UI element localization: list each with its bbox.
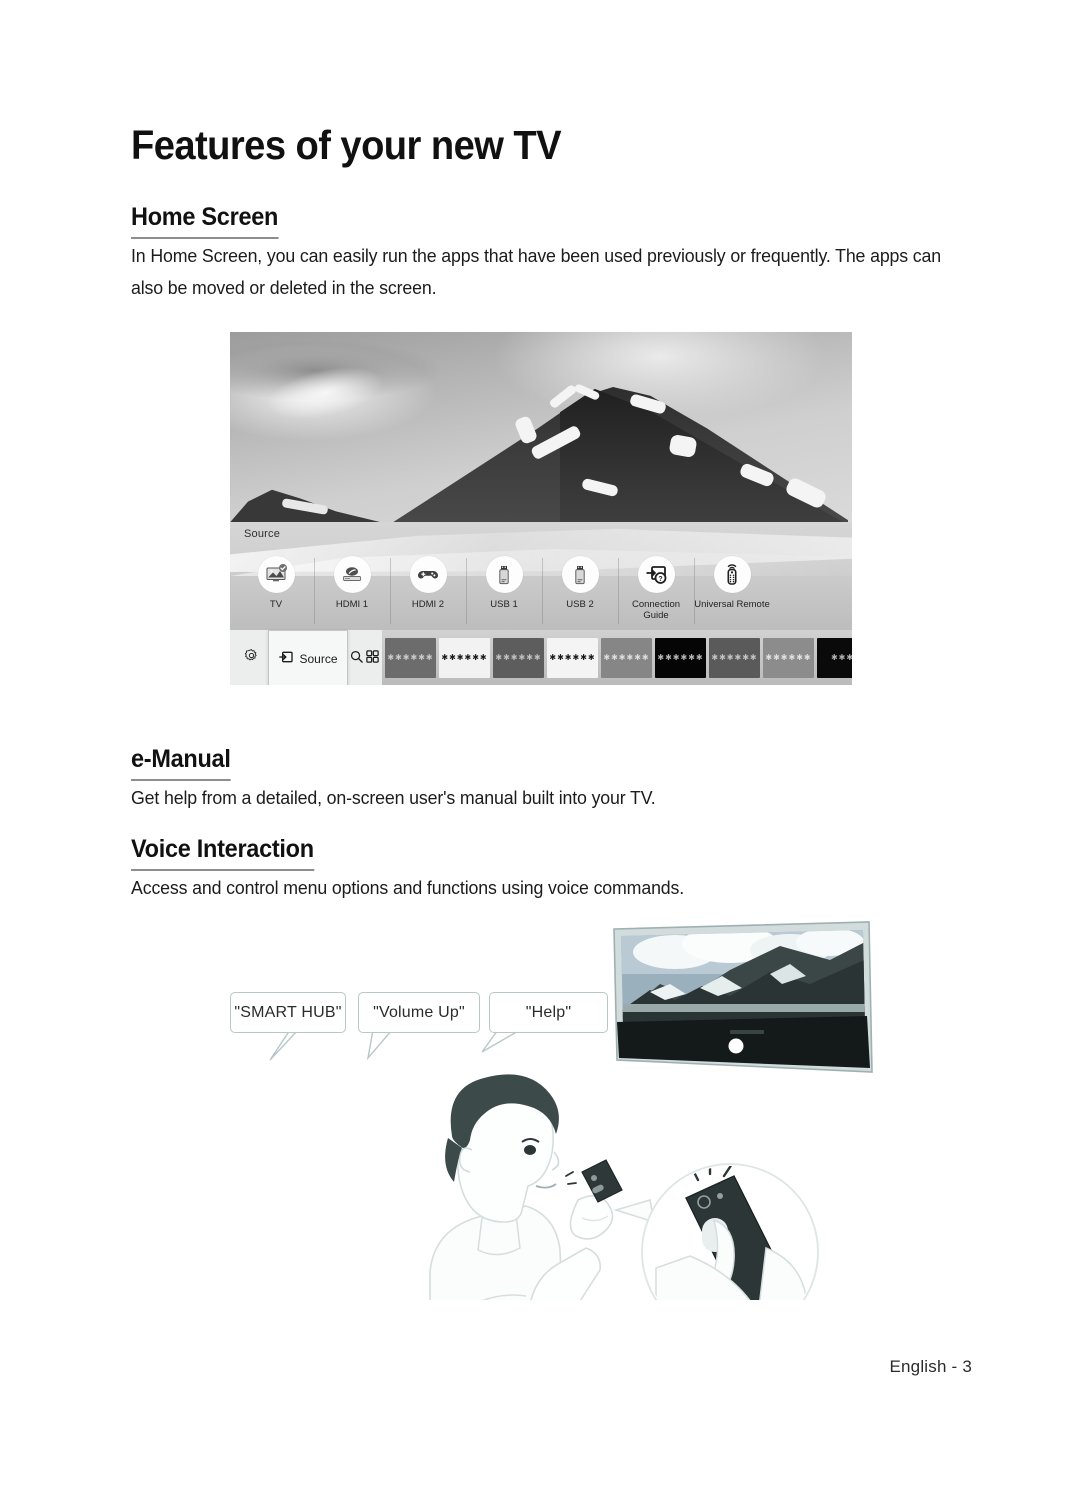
app-tile[interactable]: ✱✱✱✱✱✱ <box>547 637 598 678</box>
home-screen-figure: Source TV HDMI 1 HDMI 2 USB 1 USB 2 ? Co… <box>230 332 852 685</box>
tv-illustration <box>613 921 873 1073</box>
home-screen-toolbar: Source ✱✱✱✱✱✱ ✱✱✱✱✱✱ ✱✱✱✱✱✱ ✱✱✱✱✱✱ ✱✱✱✱✱✱ ✱✱✱… <box>230 630 852 685</box>
app-tile[interactable]: ✱✱✱ <box>817 637 852 678</box>
bluray-player-icon <box>333 556 371 593</box>
source-input-icon <box>278 649 294 668</box>
section-heading-voice-interaction: Voice Interaction <box>131 835 314 871</box>
voice-command-bubble-3: "Help" <box>489 992 608 1033</box>
app-tile[interactable]: ✱✱✱✱✱✱ <box>763 637 814 678</box>
voice-illustration-svg <box>269 921 873 1401</box>
source-item-label: HDMI 1 <box>335 599 369 610</box>
toolbar-left-group: Source <box>230 630 382 685</box>
remote-closeup-callout <box>613 1163 819 1341</box>
page-footer: English - 3 <box>889 1357 972 1376</box>
game-controller-icon <box>409 556 447 593</box>
source-item-hdmi-2[interactable]: HDMI 2 <box>390 556 466 624</box>
voice-interaction-figure: "SMART HUB" "Volume Up" "Help" <box>130 900 890 1401</box>
app-tile[interactable]: ✱✱✱✱✱✱ <box>655 637 706 678</box>
app-tile[interactable]: ✱✱✱✱✱✱ <box>709 637 760 678</box>
usb-drive-icon <box>485 556 523 593</box>
bubble-tail-3 <box>481 1029 523 1053</box>
source-item-usb-1[interactable]: USB 1 <box>466 556 542 624</box>
source-item-hdmi-1[interactable]: HDMI 1 <box>314 556 390 624</box>
source-item-usb-2[interactable]: USB 2 <box>542 556 618 624</box>
source-item-label: Connection Guide <box>631 599 681 621</box>
section-body-e-manual: Get help from a detailed, on-screen user… <box>131 787 656 808</box>
app-tile[interactable]: ✱✱✱✱✱✱ <box>385 637 436 678</box>
section-heading-e-manual: e-Manual <box>131 745 231 781</box>
bubble-tail-2 <box>366 1029 394 1061</box>
universal-remote-icon <box>713 556 751 593</box>
tv-icon <box>257 556 295 593</box>
source-item-connection-guide[interactable]: ? Connection Guide <box>618 556 694 624</box>
app-tile[interactable]: ✱✱✱✱✱✱ <box>493 637 544 678</box>
usb-drive-icon <box>561 556 599 593</box>
source-button-label: Source <box>299 651 338 666</box>
app-tile[interactable]: ✱✱✱✱✱✱ <box>439 637 490 678</box>
source-list: TV HDMI 1 HDMI 2 USB 1 USB 2 ? Connectio… <box>238 556 844 630</box>
page-title: Features of your new TV <box>131 122 562 168</box>
source-button[interactable]: Source <box>268 630 348 685</box>
section-body-home-screen: In Home Screen, you can easily run the a… <box>131 245 942 298</box>
source-panel-label: Source <box>244 528 281 540</box>
svg-text:?: ? <box>658 576 662 583</box>
app-tile[interactable]: ✱✱✱✱✱✱ <box>601 637 652 678</box>
person-illustration <box>429 1074 623 1401</box>
bubble-tail-1 <box>269 1029 300 1061</box>
source-item-label: USB 2 <box>566 599 594 610</box>
voice-command-bubble-1: "SMART HUB" <box>230 992 346 1033</box>
source-item-label: USB 1 <box>490 599 518 610</box>
gear-icon[interactable] <box>244 648 259 668</box>
app-tile-strip[interactable]: ✱✱✱✱✱✱ ✱✱✱✱✱✱ ✱✱✱✱✱✱ ✱✱✱✱✱✱ ✱✱✱✱✱✱ ✱✱✱✱✱✱ ✱✱✱✱… <box>382 630 852 685</box>
source-item-label: TV <box>269 599 283 610</box>
section-heading-home-screen: Home Screen <box>131 203 278 239</box>
source-item-tv[interactable]: TV <box>238 556 314 610</box>
apps-grid-icon[interactable] <box>365 649 380 669</box>
search-icon[interactable] <box>349 649 364 669</box>
source-item-label: Universal Remote <box>694 599 770 610</box>
connection-guide-icon: ? <box>637 556 675 593</box>
source-item-universal-remote[interactable]: Universal Remote <box>694 556 770 624</box>
voice-command-bubble-2: "Volume Up" <box>358 992 480 1033</box>
source-item-label: HDMI 2 <box>411 599 445 610</box>
